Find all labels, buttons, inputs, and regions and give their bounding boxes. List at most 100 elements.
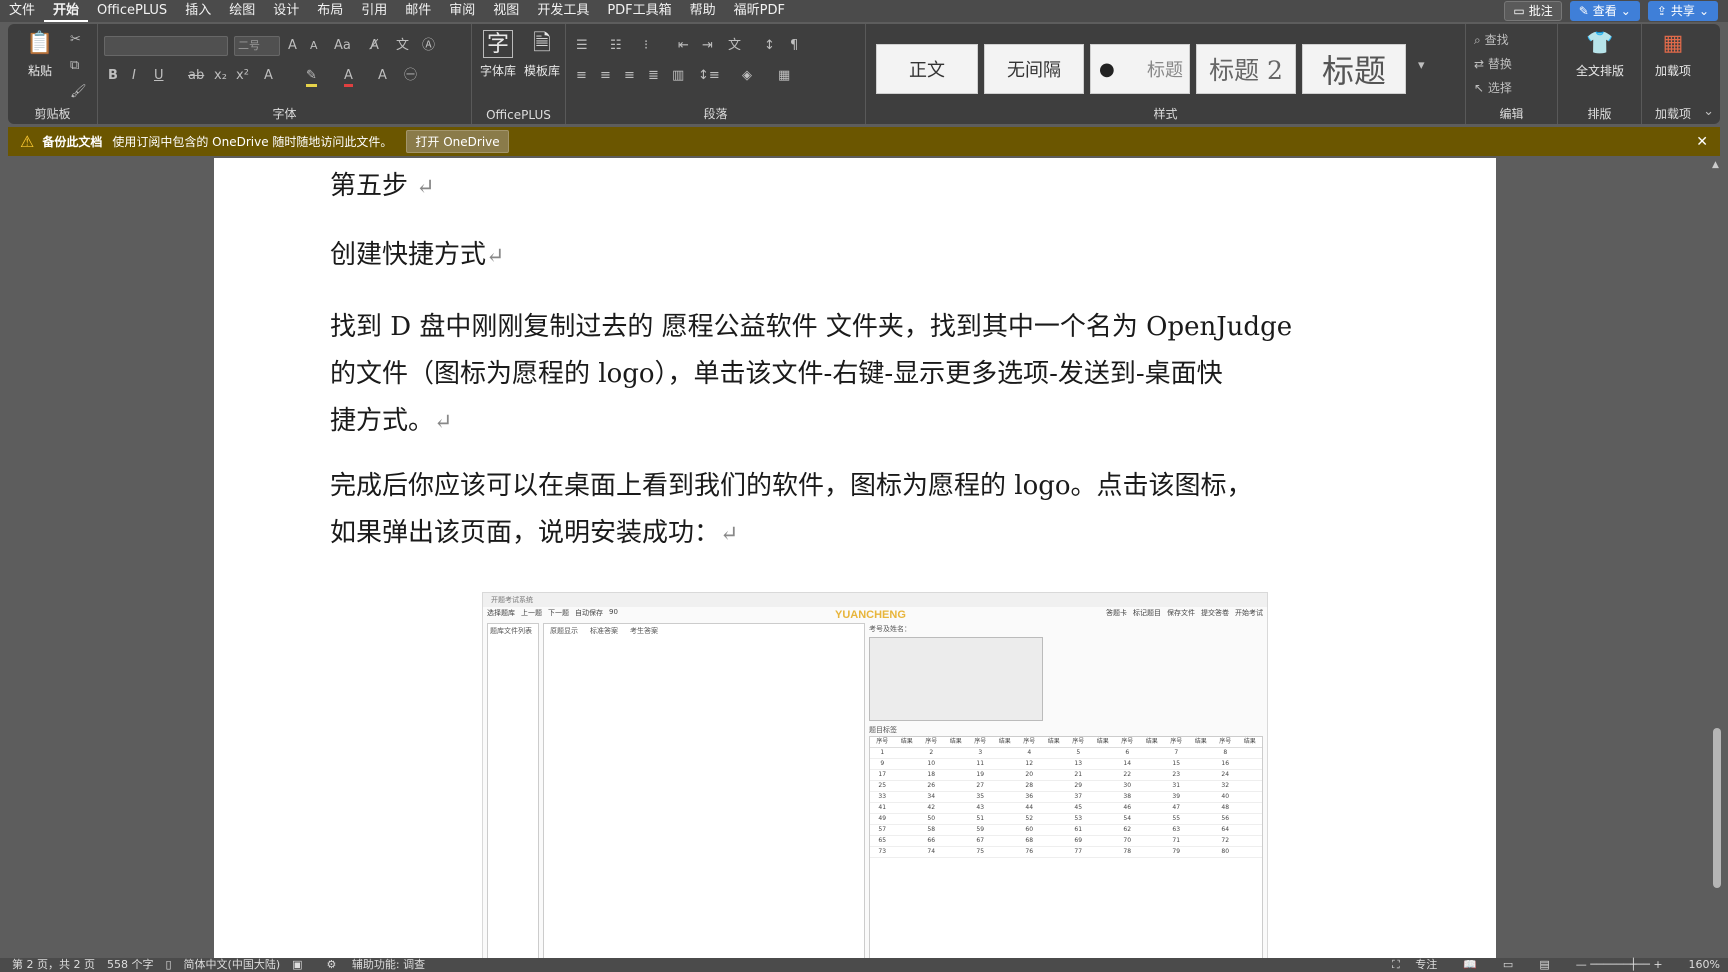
scroll-up-icon[interactable]: ▲ bbox=[1712, 160, 1719, 170]
zoom-slider[interactable]: — ──────┼── + bbox=[1576, 958, 1663, 972]
cut-icon[interactable]: ✂ bbox=[70, 32, 81, 48]
close-icon[interactable]: ✕ bbox=[1696, 134, 1708, 150]
menu-9[interactable]: 审阅 bbox=[440, 0, 484, 22]
embedded-col-header: 结果 bbox=[1243, 738, 1256, 745]
sort-icon[interactable]: ↕ bbox=[764, 38, 775, 54]
align-right-icon[interactable]: ≡ bbox=[624, 68, 635, 84]
menu-13[interactable]: 帮助 bbox=[681, 0, 725, 22]
language[interactable]: 简体中文(中国大陆) bbox=[184, 958, 281, 972]
menu-8[interactable]: 邮件 bbox=[396, 0, 440, 22]
italic-icon[interactable]: I bbox=[132, 68, 136, 84]
embedded-cell-result bbox=[1042, 748, 1067, 758]
underline-icon[interactable]: U bbox=[154, 68, 164, 84]
embedded-cell-number: 30 bbox=[1123, 782, 1132, 789]
shading-icon[interactable]: ◈ bbox=[742, 68, 752, 84]
style-heading-1[interactable]: ● 标题 bbox=[1090, 44, 1190, 94]
char-border-icon[interactable]: Ⓐ bbox=[422, 38, 435, 54]
menu-10[interactable]: 视图 bbox=[484, 0, 528, 22]
scroll-thumb[interactable] bbox=[1713, 728, 1721, 888]
web-layout-icon[interactable]: ▤ bbox=[1539, 958, 1549, 972]
menu-14[interactable]: 福昕PDF bbox=[725, 0, 794, 22]
embedded-col-header: 序号 bbox=[974, 738, 987, 745]
comment-button[interactable]: ▭ 批注 bbox=[1504, 1, 1562, 21]
show-marks-icon[interactable]: ¶ bbox=[790, 38, 798, 54]
embedded-cell-result bbox=[993, 770, 1018, 780]
distributed-icon[interactable]: ▥ bbox=[672, 68, 684, 84]
vertical-scrollbar[interactable]: ▲ bbox=[1710, 158, 1724, 958]
font-color-icon[interactable]: A bbox=[344, 68, 353, 87]
template-library-button[interactable]: 🗎 模板库 bbox=[522, 30, 562, 79]
strikethrough-icon[interactable]: ab bbox=[188, 68, 204, 84]
menu-1[interactable]: 开始 bbox=[44, 0, 89, 22]
word-count[interactable]: 558 个字 bbox=[107, 958, 154, 972]
bold-icon[interactable]: B bbox=[108, 68, 118, 84]
align-center-icon[interactable]: ≡ bbox=[600, 68, 611, 84]
copy-icon[interactable]: ⧉ bbox=[70, 58, 79, 74]
print-layout-icon[interactable]: ▭ bbox=[1503, 958, 1513, 972]
menu-7[interactable]: 引用 bbox=[352, 0, 396, 22]
page-count[interactable]: 第 2 页，共 2 页 bbox=[12, 958, 95, 972]
bullets-icon[interactable]: ☰ bbox=[576, 38, 588, 54]
accessibility[interactable]: ⚙ 辅助功能: 调查 bbox=[315, 958, 426, 972]
change-case-icon[interactable]: Aa bbox=[334, 38, 351, 54]
numbering-icon[interactable]: ☷ bbox=[610, 38, 622, 54]
embedded-cell-result bbox=[895, 759, 920, 769]
increase-indent-icon[interactable]: ⇥ bbox=[702, 38, 713, 54]
phonetic-icon[interactable]: 文 bbox=[396, 38, 409, 54]
menu-6[interactable]: 布局 bbox=[308, 0, 352, 22]
open-onedrive-button[interactable]: 打开 OneDrive bbox=[406, 130, 509, 153]
read-mode-icon[interactable]: 📖 bbox=[1463, 958, 1477, 972]
style-no-spacing[interactable]: 无间隔 bbox=[984, 44, 1084, 94]
menu-5[interactable]: 设计 bbox=[264, 0, 308, 22]
style-title[interactable]: 标题 bbox=[1302, 44, 1406, 94]
menu-11[interactable]: 开发工具 bbox=[528, 0, 598, 22]
superscript-icon[interactable]: x² bbox=[236, 68, 249, 84]
format-painter-icon[interactable]: 🖌 bbox=[70, 84, 87, 100]
select-button[interactable]: ↖ 选择 bbox=[1474, 80, 1512, 96]
embedded-cell-result bbox=[944, 748, 969, 758]
justify-icon[interactable]: ≣ bbox=[648, 68, 659, 84]
share-button[interactable]: ⇪ 共享 ⌄ bbox=[1647, 1, 1718, 21]
borders-icon[interactable]: ▦ bbox=[778, 68, 790, 84]
shrink-font-icon[interactable]: A bbox=[310, 38, 318, 54]
proofing-icon[interactable]: ▯ bbox=[165, 958, 171, 972]
focus-icon: ⛶ bbox=[1392, 958, 1400, 971]
style-heading-2[interactable]: 标题 2 bbox=[1196, 44, 1296, 94]
font-size-select[interactable]: 二号 bbox=[234, 36, 280, 56]
menu-2[interactable]: OfficePLUS bbox=[88, 0, 176, 22]
zoom-level[interactable]: 160% bbox=[1689, 958, 1720, 972]
replace-button[interactable]: ⇄ 替换 bbox=[1474, 56, 1512, 72]
styles-more-icon[interactable]: ▾ bbox=[1418, 58, 1425, 74]
menu-3[interactable]: 插入 bbox=[176, 0, 220, 22]
view-mode-button[interactable]: ✎ 查看 ⌄ bbox=[1569, 1, 1640, 21]
chinese-layout-icon[interactable]: 文 bbox=[728, 38, 741, 54]
multilevel-list-icon[interactable]: ⁝ bbox=[644, 38, 648, 54]
embedded-cell-number: 22 bbox=[1123, 771, 1132, 778]
line-spacing-icon[interactable]: ↕≡ bbox=[698, 68, 720, 84]
menu-0[interactable]: 文件 bbox=[0, 0, 44, 22]
decrease-indent-icon[interactable]: ⇤ bbox=[678, 38, 689, 54]
find-button[interactable]: ⌕ 查找 bbox=[1474, 32, 1509, 48]
text-effect-icon[interactable]: A bbox=[264, 68, 273, 84]
addins-button[interactable]: ▦ 加载项 bbox=[1648, 30, 1698, 79]
focus-mode[interactable]: ⛶ 专注 bbox=[1380, 958, 1437, 972]
collapse-ribbon-icon[interactable]: ⌄ bbox=[1703, 104, 1714, 120]
style-normal[interactable]: 正文 bbox=[876, 44, 978, 94]
align-left-icon[interactable]: ≡ bbox=[576, 68, 587, 84]
clear-format-icon[interactable]: A̸ bbox=[370, 38, 379, 54]
font-library-button[interactable]: 字 字体库 bbox=[478, 30, 518, 79]
document-page[interactable]: 第五步 ↵ 创建快捷方式↵ 找到 D 盘中刚刚复制过去的 愿程公益软件 文件夹，… bbox=[214, 158, 1496, 958]
enclose-char-icon[interactable]: ㊀ bbox=[404, 68, 417, 84]
menu-4[interactable]: 绘图 bbox=[220, 0, 264, 22]
full-layout-button[interactable]: 👕 全文排版 bbox=[1564, 30, 1636, 79]
menu-12[interactable]: PDF工具箱 bbox=[598, 0, 680, 22]
subscript-icon[interactable]: x₂ bbox=[214, 68, 227, 84]
highlight-icon[interactable]: ✎ bbox=[306, 68, 317, 87]
onedrive-infobar: ⚠ 备份此文档 使用订阅中包含的 OneDrive 随时随地访问此文件。 打开 … bbox=[8, 127, 1720, 156]
grow-font-icon[interactable]: A bbox=[288, 38, 297, 54]
paste-button[interactable]: 📋 粘贴 bbox=[20, 30, 60, 79]
macro-icon[interactable]: ▣ bbox=[292, 958, 302, 972]
font-name-select[interactable] bbox=[104, 36, 228, 56]
char-shading-icon[interactable]: A bbox=[378, 68, 387, 84]
embedded-cell-result bbox=[944, 792, 969, 802]
